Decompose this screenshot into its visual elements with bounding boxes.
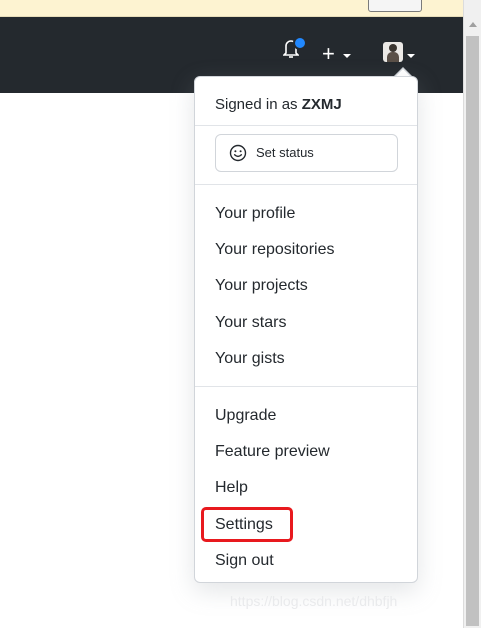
plus-icon[interactable]: +: [322, 43, 335, 65]
menu-item-feature-preview[interactable]: Feature preview: [215, 442, 330, 462]
notification-dot: [293, 36, 307, 50]
divider: [195, 386, 417, 387]
divider: [195, 184, 417, 185]
username: ZXMJ: [301, 96, 342, 113]
menu-item-your-repositories[interactable]: Your repositories: [215, 240, 334, 260]
menu-item-sign-out[interactable]: Sign out: [215, 551, 274, 571]
browser-infobar: [0, 0, 463, 17]
user-dropdown-menu: Signed in as ZXMJ Set status Your profil…: [194, 76, 418, 583]
signed-in-text: Signed in as ZXMJ: [215, 95, 342, 115]
menu-item-your-stars[interactable]: Your stars: [215, 313, 286, 333]
menu-item-upgrade[interactable]: Upgrade: [215, 406, 276, 426]
set-status-label: Set status: [256, 145, 314, 160]
avatar[interactable]: [383, 42, 403, 62]
avatar-chevron-down-icon[interactable]: [407, 54, 415, 58]
divider: [195, 125, 417, 126]
smiley-icon: [229, 144, 247, 162]
chevron-down-icon[interactable]: [343, 54, 351, 58]
signed-in-prefix: Signed in as: [215, 96, 302, 113]
infobar-button[interactable]: [368, 0, 422, 12]
scrollbar[interactable]: [463, 0, 481, 628]
avatar-body: [387, 52, 399, 62]
menu-item-your-gists[interactable]: Your gists: [215, 349, 285, 369]
settings-highlight-box: [201, 507, 293, 542]
avatar-head: [389, 44, 397, 52]
scroll-up-icon[interactable]: [469, 22, 477, 27]
menu-item-your-profile[interactable]: Your profile: [215, 204, 295, 224]
watermark: https://blog.csdn.net/dhbfjh: [230, 593, 398, 609]
set-status-button[interactable]: Set status: [215, 134, 398, 172]
menu-item-your-projects[interactable]: Your projects: [215, 276, 308, 296]
scroll-thumb[interactable]: [466, 36, 479, 626]
menu-item-help[interactable]: Help: [215, 478, 248, 498]
